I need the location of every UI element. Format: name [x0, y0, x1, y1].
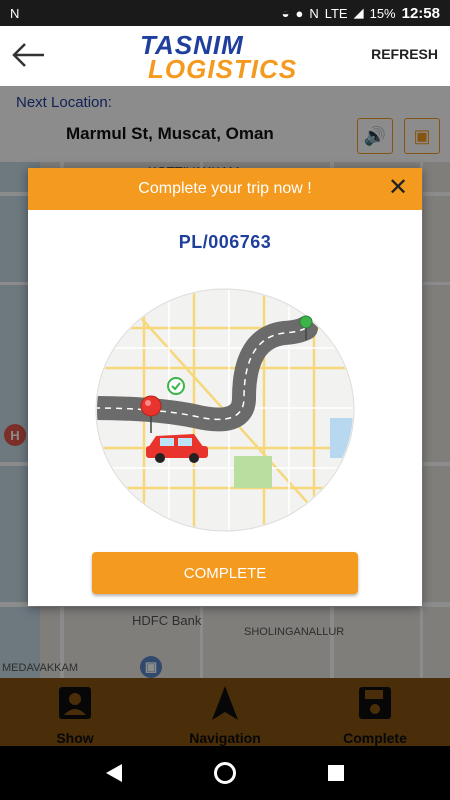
trip-id: PL/006763 — [178, 232, 272, 252]
route-illustration — [94, 288, 356, 532]
location-icon: ● — [295, 5, 304, 21]
complete-button[interactable]: COMPLETE — [92, 552, 358, 594]
signal-icon: ◢ — [353, 5, 364, 20]
refresh-button[interactable]: REFRESH — [371, 46, 438, 62]
lte-indicator: LTE — [324, 5, 348, 21]
status-icons: ◒ ● N LTE ◢ 15% 12:58 — [282, 5, 440, 22]
complete-trip-dialog: Complete your trip now ! ✕ PL/006763 COM… — [28, 168, 422, 606]
tasnim-logistics-logo: TASNIM LOGISTICS — [140, 28, 310, 84]
system-back-icon[interactable] — [106, 764, 122, 782]
logo-line2: LOGISTICS — [148, 54, 298, 84]
dialog-title: Complete your trip now ! — [138, 180, 312, 197]
system-home-icon[interactable] — [214, 762, 236, 784]
wifi-icon: ◒ — [281, 5, 290, 21]
close-icon[interactable]: ✕ — [386, 176, 410, 200]
battery-percent: 15% — [369, 5, 396, 21]
bottom-nav-shade — [0, 678, 450, 746]
back-arrow-icon[interactable] — [10, 40, 50, 70]
status-bar: N ◒ ● N LTE ◢ 15% 12:58 — [0, 0, 450, 26]
clock: 12:58 — [401, 4, 440, 22]
dialog-header: Complete your trip now ! ✕ — [28, 168, 422, 210]
notification-n-icon: N — [10, 5, 20, 21]
nfc-icon: N — [309, 5, 319, 21]
system-navigation-bar — [0, 746, 450, 800]
system-recents-icon[interactable] — [328, 765, 344, 781]
app-bar: TASNIM LOGISTICS REFRESH — [0, 26, 450, 86]
